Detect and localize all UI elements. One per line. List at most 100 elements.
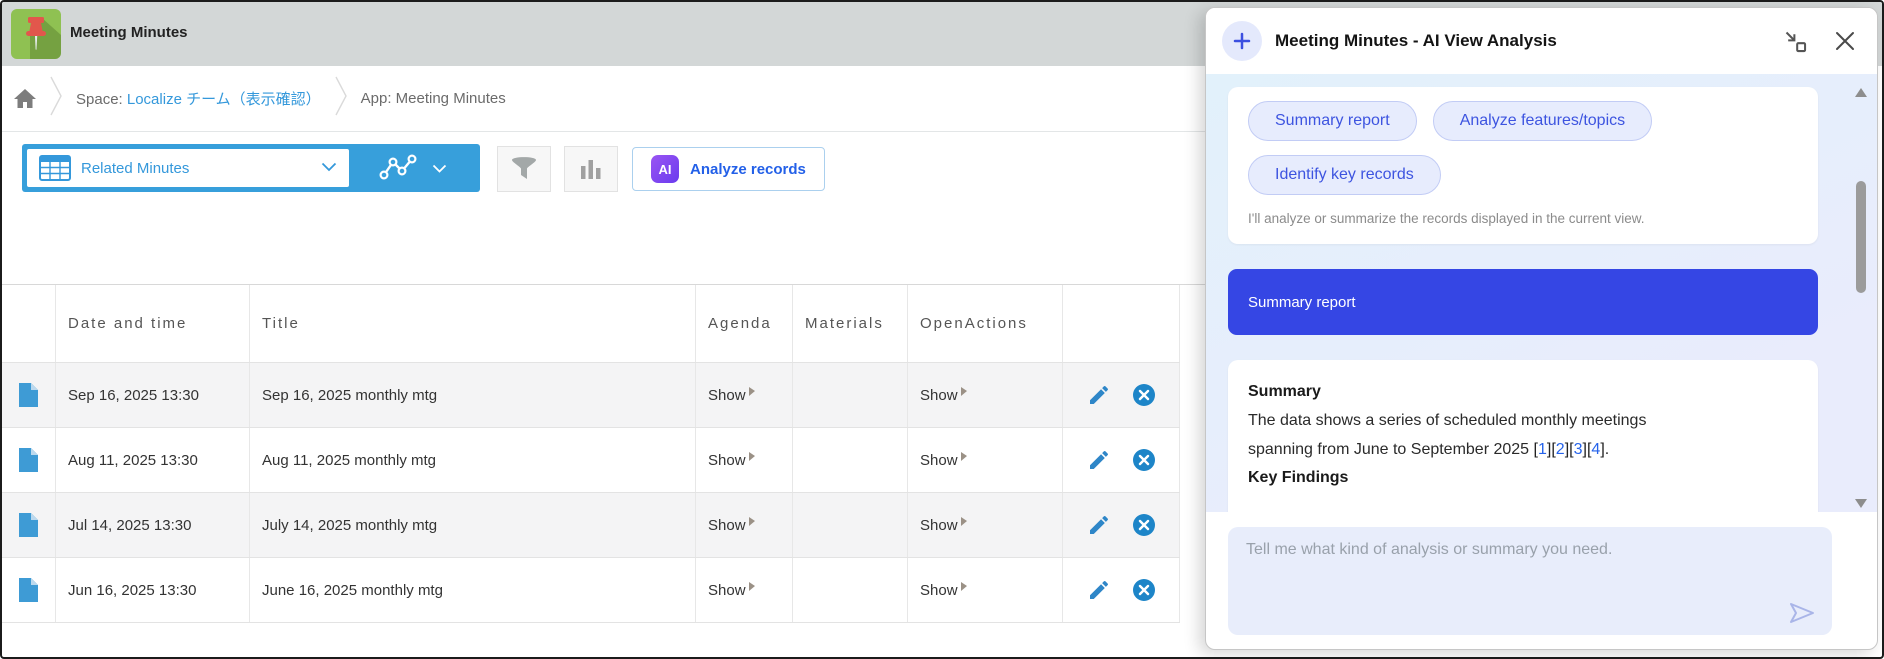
key-findings-heading: Key Findings <box>1248 464 1798 492</box>
show-link[interactable]: Show <box>708 387 746 404</box>
cell-materials <box>793 363 908 427</box>
breadcrumb-app: App: Meeting Minutes <box>361 90 506 107</box>
cell-date: Sep 16, 2025 13:30 <box>56 363 250 427</box>
cell-open-actions[interactable]: Show <box>908 558 1063 622</box>
header-date[interactable]: Date and time <box>56 285 250 362</box>
cell-agenda[interactable]: Show <box>696 493 793 557</box>
citation-link[interactable]: 1 <box>1534 441 1552 458</box>
summary-line2-text: spanning from June to September 2025 <box>1248 441 1534 458</box>
summary-heading: Summary <box>1248 378 1798 406</box>
page-title: Meeting Minutes <box>70 2 188 66</box>
delete-record-button[interactable] <box>1133 449 1155 471</box>
filter-button[interactable] <box>497 146 551 192</box>
record-icon[interactable] <box>2 558 56 622</box>
record-icon[interactable] <box>2 428 56 492</box>
circle-x-icon <box>1133 449 1155 471</box>
show-link[interactable]: Show <box>708 452 746 469</box>
cell-title: Sep 16, 2025 monthly mtg <box>250 363 696 427</box>
table-row[interactable]: Jul 14, 2025 13:30 July 14, 2025 monthly… <box>2 493 1180 558</box>
analyze-records-label: Analyze records <box>690 161 806 178</box>
records-table: Date and time Title Agenda Materials Ope… <box>2 284 1207 623</box>
cell-actions <box>1063 558 1180 622</box>
chart-button[interactable] <box>564 146 618 192</box>
pencil-icon <box>1087 513 1111 537</box>
chip-summary-report[interactable]: Summary report <box>1248 101 1417 141</box>
breadcrumb: Space: Localize チーム（表示確認） App: Meeting M… <box>2 66 1205 132</box>
document-icon <box>19 578 38 602</box>
citation-link[interactable]: 4 <box>1587 441 1605 458</box>
scroll-up-arrow[interactable] <box>1855 88 1867 97</box>
view-selector-label: Related Minutes <box>81 160 189 177</box>
view-selector-current[interactable]: Related Minutes <box>27 149 349 187</box>
edit-record-button[interactable] <box>1087 448 1111 472</box>
ai-panel-scroll-area: Summary report Analyze features/topics I… <box>1206 74 1877 512</box>
delete-record-button[interactable] <box>1133 579 1155 601</box>
expand-triangle-icon <box>749 387 755 396</box>
record-icon[interactable] <box>2 493 56 557</box>
collapse-panel-button[interactable] <box>1782 28 1809 55</box>
close-panel-button[interactable] <box>1833 29 1857 53</box>
breadcrumb-separator-icon <box>335 74 347 123</box>
show-link[interactable]: Show <box>708 582 746 599</box>
table-row[interactable]: Sep 16, 2025 13:30 Sep 16, 2025 monthly … <box>2 363 1180 428</box>
show-link[interactable]: Show <box>920 582 958 599</box>
ai-badge-icon: AI <box>651 155 679 183</box>
expand-triangle-icon <box>749 517 755 526</box>
ai-panel-title: Meeting Minutes - AI View Analysis <box>1275 31 1557 51</box>
table-row[interactable]: Aug 11, 2025 13:30 Aug 11, 2025 monthly … <box>2 428 1180 493</box>
new-chat-button[interactable] <box>1222 21 1262 61</box>
cell-open-actions[interactable]: Show <box>908 428 1063 492</box>
chip-identify-records[interactable]: Identify key records <box>1248 155 1441 195</box>
header-agenda[interactable]: Agenda <box>696 285 793 362</box>
screen: Meeting Minutes Space: Localize チーム（表示確認… <box>0 0 1884 659</box>
edit-record-button[interactable] <box>1087 383 1111 407</box>
cell-agenda[interactable]: Show <box>696 558 793 622</box>
expand-triangle-icon <box>961 387 967 396</box>
document-icon <box>19 448 38 472</box>
plus-icon <box>1232 31 1252 51</box>
cell-actions <box>1063 493 1180 557</box>
app-icon[interactable] <box>11 9 61 59</box>
cell-open-actions[interactable]: Show <box>908 363 1063 427</box>
ai-analysis-panel: Meeting Minutes - AI View Analysis Summa… <box>1205 7 1878 650</box>
delete-record-button[interactable] <box>1133 514 1155 536</box>
cell-materials <box>793 493 908 557</box>
cell-agenda[interactable]: Show <box>696 428 793 492</box>
citation-link[interactable]: 2 <box>1551 441 1569 458</box>
breadcrumb-space-label: Space: <box>76 91 123 108</box>
header-icon-col <box>2 285 56 362</box>
send-button[interactable] <box>1788 601 1816 625</box>
show-link[interactable]: Show <box>920 387 958 404</box>
show-link[interactable]: Show <box>920 452 958 469</box>
chevron-down-icon <box>321 159 337 177</box>
breadcrumb-space-link[interactable]: Localize チーム（表示確認） <box>127 91 321 108</box>
header-title[interactable]: Title <box>250 285 696 362</box>
scrollbar-thumb[interactable] <box>1856 181 1866 293</box>
chip-analyze-features[interactable]: Analyze features/topics <box>1433 101 1652 141</box>
record-icon[interactable] <box>2 363 56 427</box>
circle-x-icon <box>1133 384 1155 406</box>
show-link[interactable]: Show <box>920 517 958 534</box>
table-row[interactable]: Jun 16, 2025 13:30 June 16, 2025 monthly… <box>2 558 1180 623</box>
edit-record-button[interactable] <box>1087 578 1111 602</box>
cell-open-actions[interactable]: Show <box>908 493 1063 557</box>
suggestions-card: Summary report Analyze features/topics I… <box>1228 87 1818 244</box>
citation-link[interactable]: 3 <box>1569 441 1587 458</box>
pencil-icon <box>1087 383 1111 407</box>
delete-record-button[interactable] <box>1133 384 1155 406</box>
funnel-icon <box>509 155 539 183</box>
header-materials[interactable]: Materials <box>793 285 908 362</box>
edit-record-button[interactable] <box>1087 513 1111 537</box>
home-icon[interactable] <box>14 89 36 108</box>
cell-agenda[interactable]: Show <box>696 363 793 427</box>
scroll-down-arrow[interactable] <box>1855 499 1867 508</box>
header-open-actions[interactable]: OpenActions <box>908 285 1063 362</box>
analyze-records-button[interactable]: AI Analyze records <box>632 147 825 191</box>
cell-actions <box>1063 428 1180 492</box>
view-selector[interactable]: Related Minutes <box>22 144 480 192</box>
show-link[interactable]: Show <box>708 517 746 534</box>
close-icon <box>1833 29 1857 53</box>
ai-panel-header: Meeting Minutes - AI View Analysis <box>1206 8 1877 74</box>
graph-view-dropdown[interactable] <box>349 149 475 187</box>
prompt-input[interactable] <box>1246 541 1814 607</box>
